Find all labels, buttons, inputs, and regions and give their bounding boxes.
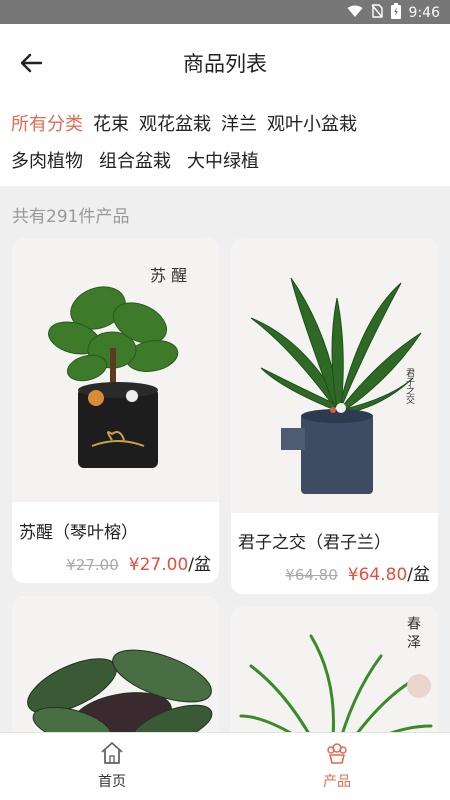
battery-icon [390,3,401,23]
product-count: 共有291件产品 [12,207,130,227]
product-image: 君子之交 [231,238,438,513]
price-row: ¥64.80 ¥64.80/盆 [285,560,430,585]
product-name: 苏醒（琴叶榕） [19,523,138,543]
nav-home-label: 首页 [98,774,126,790]
clock: 9:46 [408,5,440,21]
bottom-nav: 首页 产品 [0,732,450,800]
app-bar: 商品列表 [0,24,450,100]
status-icons: 9:46 [347,3,440,23]
home-icon [101,742,123,764]
category-row-2: 多肉植物 组合盆栽 大中绿植 [11,147,259,173]
category-bouquet[interactable]: 花束 [93,110,129,136]
category-succulent[interactable]: 多肉植物 [11,147,83,173]
image-caption: 苏 醒 [150,266,188,285]
nav-home[interactable]: 首页 [62,741,162,791]
category-row-1: 所有分类 花束 观花盆栽 洋兰 观叶小盆栽 [11,110,357,136]
category-flowering-pot[interactable]: 观花盆栽 [139,110,211,136]
original-price: ¥27.00 [66,556,119,574]
product-card[interactable]: 君子之交 君子之交（君子兰） ¥64.80 ¥64.80/盆 [231,238,438,594]
no-sim-icon [371,4,383,22]
category-combo-pot[interactable]: 组合盆栽 [99,147,171,173]
price-unit: /盆 [407,565,430,585]
wifi-icon [347,5,363,22]
category-large-green[interactable]: 大中绿植 [187,147,259,173]
plant-icon [327,743,347,764]
status-bar: 9:46 [0,0,450,24]
product-image: 苏 醒 [12,238,219,502]
sale-price: ¥64.80 [347,565,408,585]
image-caption: 春 泽 [405,616,421,649]
price-row: ¥27.00 ¥27.00/盆 [66,550,211,575]
page-title: 商品列表 [183,52,267,76]
original-price: ¥64.80 [285,566,338,584]
image-caption: 君子之交 [404,368,414,404]
category-filter: 所有分类 花束 观花盆栽 洋兰 观叶小盆栽 多肉植物 组合盆栽 大中绿植 [0,100,450,186]
category-orchid[interactable]: 洋兰 [221,110,257,136]
nav-products[interactable]: 产品 [287,741,387,791]
price-unit: /盆 [188,555,211,575]
sale-price: ¥27.00 [128,555,189,575]
category-all[interactable]: 所有分类 [11,110,83,136]
nav-products-label: 产品 [323,774,351,790]
product-card[interactable]: 苏 醒 苏醒（琴叶榕） ¥27.00 ¥27.00/盆 [12,238,219,583]
category-small-foliage[interactable]: 观叶小盆栽 [267,110,357,136]
product-name: 君子之交（君子兰） [238,533,391,553]
